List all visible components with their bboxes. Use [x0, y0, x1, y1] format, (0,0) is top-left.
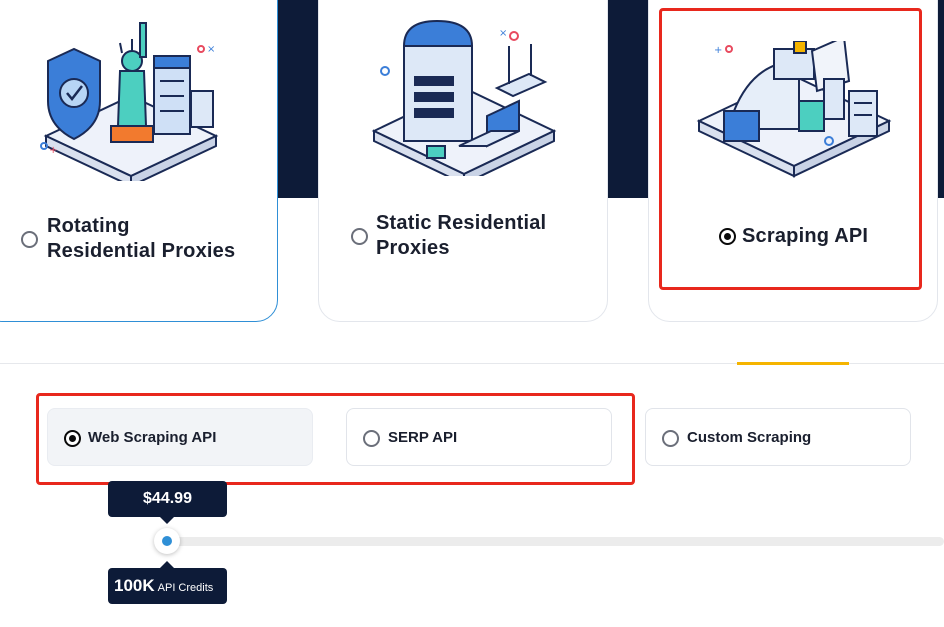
- static-proxies-illustration: ×: [371, 19, 557, 176]
- credits-slider-handle[interactable]: [154, 528, 180, 554]
- scraping-api-highlight: [659, 8, 922, 290]
- static-residential-label-line1: Static Residential: [376, 212, 547, 234]
- credits-tooltip: 100K API Credits: [108, 561, 227, 604]
- shield-icon: [47, 47, 101, 141]
- statue-of-liberty-icon: [110, 22, 154, 143]
- router-icon: [494, 44, 548, 98]
- rotating-residential-label-line2: Residential Proxies: [47, 240, 236, 262]
- sub-products-highlight: [36, 393, 635, 485]
- static-residential-label: Static Residential Proxies: [376, 211, 546, 261]
- custom-scraping-label: Custom Scraping: [687, 429, 812, 446]
- custom-scraping-radio[interactable]: [662, 430, 679, 447]
- static-residential-radio[interactable]: [351, 228, 368, 245]
- custom-scraping-option[interactable]: Custom Scraping: [645, 408, 911, 466]
- rotating-residential-radio[interactable]: [21, 231, 38, 248]
- svg-text:×: ×: [499, 28, 507, 39]
- credits-unit: API Credits: [157, 582, 214, 594]
- rotating-residential-label-line1: Rotating: [47, 215, 130, 237]
- product-card-static-residential[interactable]: × Static Residential Proxies: [318, 0, 608, 322]
- svg-text:+: +: [49, 145, 57, 156]
- hero-background-middle: [607, 0, 649, 198]
- product-card-rotating-residential[interactable]: × + Rotating Residential Proxies: [0, 0, 278, 322]
- server-rack-icon: [153, 55, 214, 135]
- hero-background-left: [277, 0, 319, 198]
- price-tooltip: $44.99: [108, 481, 227, 524]
- svg-text:×: ×: [207, 44, 215, 55]
- rotating-proxies-illustration: × +: [40, 22, 219, 181]
- credits-slider-track[interactable]: [160, 537, 944, 546]
- active-tab-indicator: [737, 362, 849, 365]
- rotating-residential-label: Rotating Residential Proxies: [47, 214, 235, 264]
- hero-background-right: [937, 0, 944, 198]
- credits-value: 100K: [114, 576, 155, 595]
- static-residential-label-line2: Proxies: [376, 237, 450, 259]
- server-tower-icon: [402, 19, 474, 142]
